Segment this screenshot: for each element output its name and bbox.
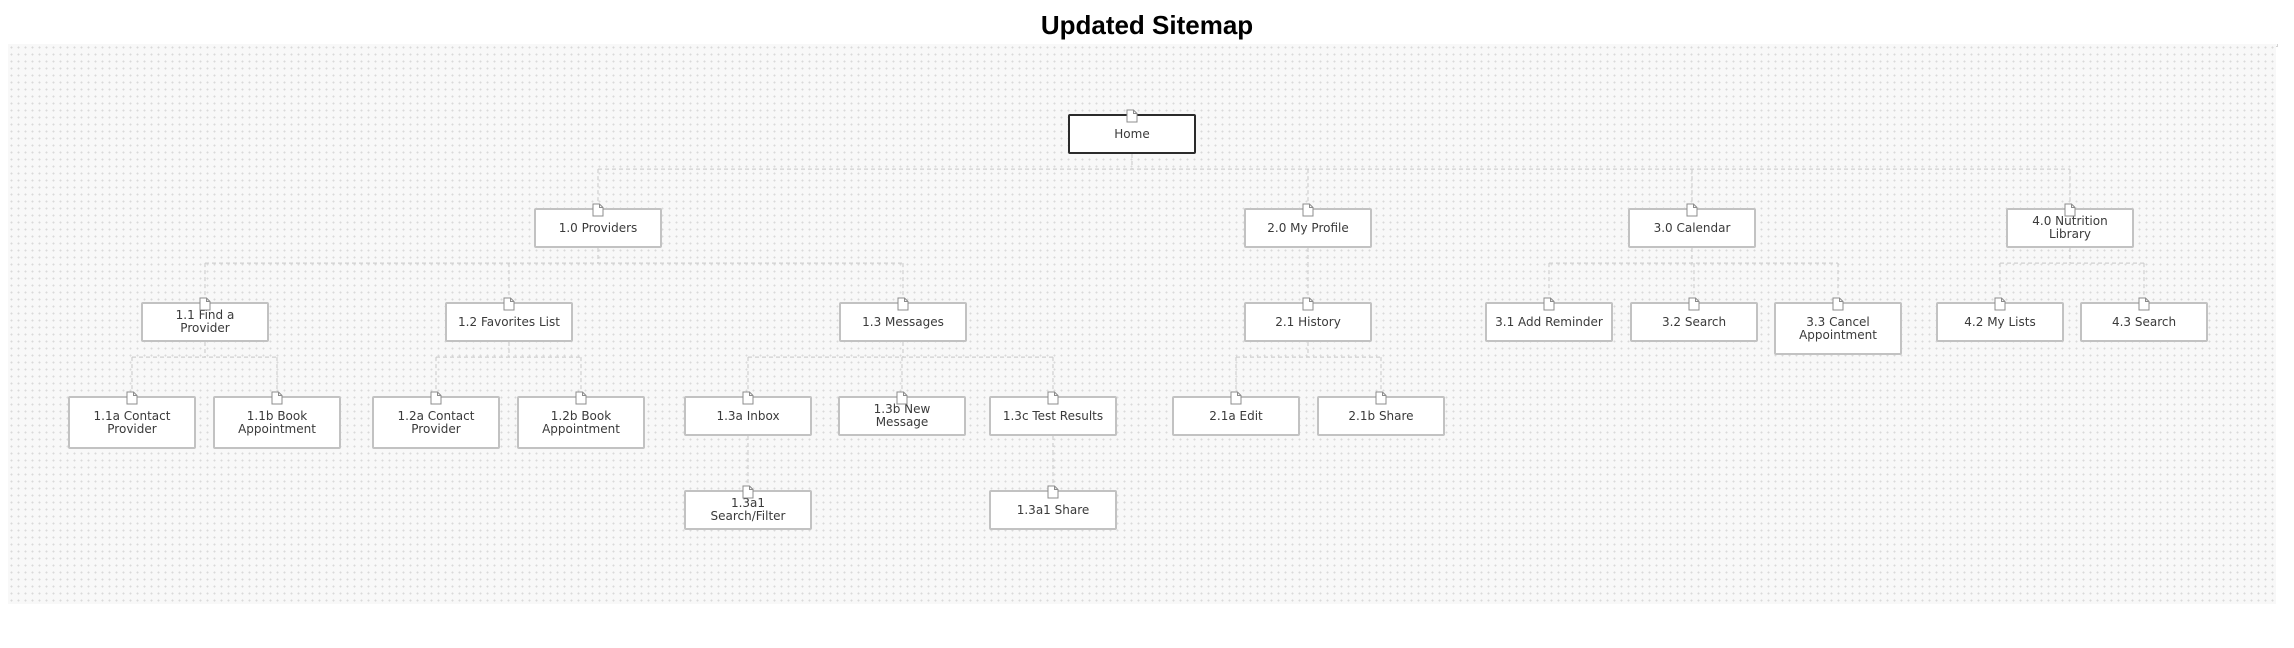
page-icon	[1688, 297, 1700, 311]
node-1-0-providers[interactable]: 1.0 Providers	[534, 203, 662, 248]
node-1-2a-contact-provider[interactable]: 1.2a Contact Provider	[372, 391, 500, 449]
diagram-canvas: Home 1.0 Providers 2.0 My Profile 3.0 Ca…	[8, 44, 2276, 604]
page-icon	[1302, 203, 1314, 217]
page-icon	[897, 297, 909, 311]
page-icon	[1686, 203, 1698, 217]
node-1-3a1-search-filter[interactable]: 1.3a1 Search/Filter	[684, 485, 812, 530]
page-title: Updated Sitemap	[1040, 10, 1254, 40]
node-1-2b-book-appointment[interactable]: 1.2b Book Appointment	[517, 391, 645, 449]
node-1-2-favorites-list[interactable]: 1.2 Favorites List	[445, 297, 573, 342]
page-icon	[575, 391, 587, 405]
page-icon	[1994, 297, 2006, 311]
page-icon	[199, 297, 211, 311]
page-icon	[2138, 297, 2150, 311]
page-icon	[896, 391, 908, 405]
page-icon	[742, 391, 754, 405]
node-1-1a-contact-provider[interactable]: 1.1a Contact Provider	[68, 391, 196, 449]
node-2-1-history[interactable]: 2.1 History	[1244, 297, 1372, 342]
node-4-2-my-lists[interactable]: 4.2 My Lists	[1936, 297, 2064, 342]
node-3-2-search[interactable]: 3.2 Search	[1630, 297, 1758, 342]
page-icon	[1047, 391, 1059, 405]
page-icon	[2064, 203, 2076, 217]
node-1-3c1-share[interactable]: 1.3a1 Share	[989, 485, 1117, 530]
node-3-1-add-reminder[interactable]: 3.1 Add Reminder	[1485, 297, 1613, 342]
node-3-0-calendar[interactable]: 3.0 Calendar	[1628, 203, 1756, 248]
node-home[interactable]: Home	[1068, 109, 1196, 154]
page-icon	[1543, 297, 1555, 311]
page-icon	[430, 391, 442, 405]
node-4-3-search[interactable]: 4.3 Search	[2080, 297, 2208, 342]
page-icon	[1302, 297, 1314, 311]
page-icon	[1832, 297, 1844, 311]
node-4-0-nutrition-library[interactable]: 4.0 Nutrition Library	[2006, 203, 2134, 248]
page-icon	[126, 391, 138, 405]
node-1-1b-book-appointment[interactable]: 1.1b Book Appointment	[213, 391, 341, 449]
page-icon	[742, 485, 754, 499]
page-icon	[1230, 391, 1242, 405]
node-1-1-find-a-provider[interactable]: 1.1 Find a Provider	[141, 297, 269, 342]
page-icon	[1047, 485, 1059, 499]
node-2-1b-share[interactable]: 2.1b Share	[1317, 391, 1445, 436]
node-1-3c-test-results[interactable]: 1.3c Test Results	[989, 391, 1117, 436]
page-icon	[1126, 109, 1138, 123]
page-icon	[1375, 391, 1387, 405]
page-icon	[503, 297, 515, 311]
node-1-3a-inbox[interactable]: 1.3a Inbox	[684, 391, 812, 436]
page-icon	[592, 203, 604, 217]
node-1-3-messages[interactable]: 1.3 Messages	[839, 297, 967, 342]
node-1-3b-new-message[interactable]: 1.3b New Message	[838, 391, 966, 436]
node-2-0-my-profile[interactable]: 2.0 My Profile	[1244, 203, 1372, 248]
node-3-3-cancel-appointment[interactable]: 3.3 Cancel Appointment	[1774, 297, 1902, 355]
node-2-1a-edit[interactable]: 2.1a Edit	[1172, 391, 1300, 436]
page-icon	[271, 391, 283, 405]
